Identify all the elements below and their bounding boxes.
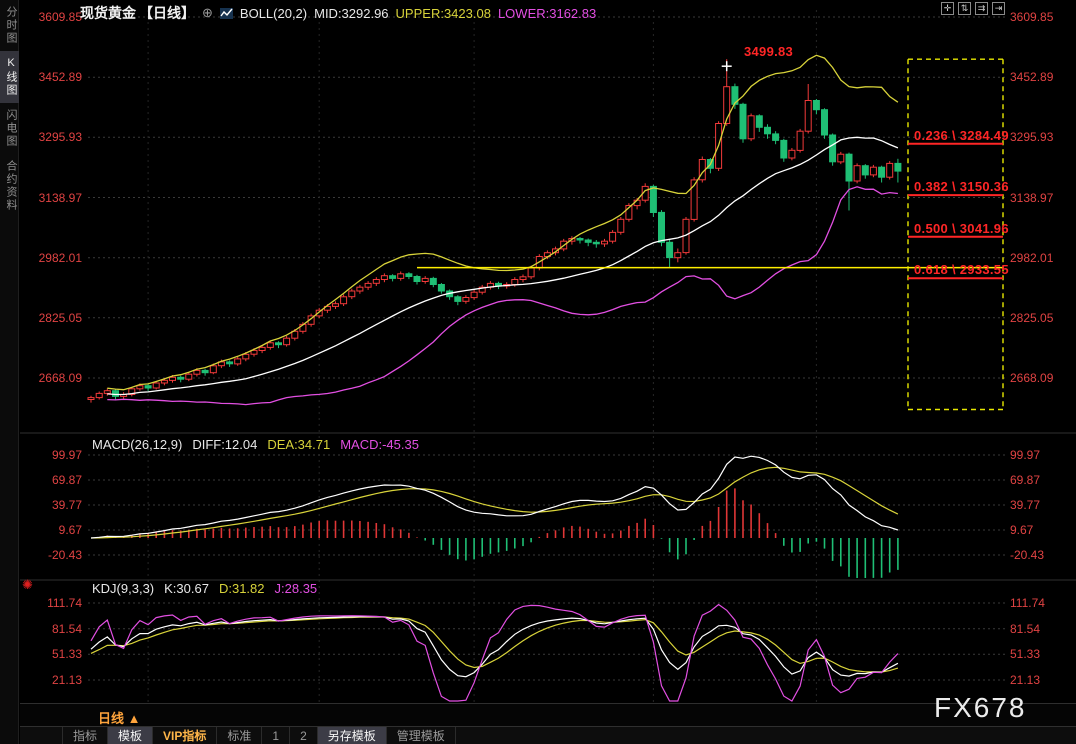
bottom-tab[interactable]: 管理模板 bbox=[387, 727, 456, 744]
kdj-k-value: K:30.67 bbox=[164, 581, 209, 596]
exit-panel-icon[interactable]: ⇥ bbox=[992, 2, 1005, 15]
sidebar-item-tab[interactable]: 分时图 bbox=[0, 0, 19, 51]
alert-settings-icon[interactable]: ✺ bbox=[22, 577, 33, 593]
macd-panel-header: MACD(26,12,9) DIFF:12.04 DEA:34.71 MACD:… bbox=[92, 437, 419, 452]
macd-macd-value: MACD:-45.35 bbox=[340, 437, 419, 452]
bottom-toolbar: 指标 模板 VIP指标 标准 1 2 另存模板 管理模板 bbox=[20, 726, 1076, 744]
axis-zoom-horizontal-icon[interactable]: ⇉ bbox=[975, 2, 988, 15]
pan-crosshair-icon[interactable]: ✛ bbox=[941, 2, 954, 15]
bottom-tab[interactable]: 指标 bbox=[62, 727, 109, 744]
symbol-title: 现货黄金 bbox=[80, 5, 136, 21]
boll-param-label: BOLL(20,2) bbox=[239, 5, 308, 21]
kdj-d-value: D:31.82 bbox=[218, 581, 265, 596]
period-title: 【日线】 bbox=[139, 5, 195, 21]
kdj-panel-header: KDJ(9,3,3) K:30.67 D:31.82 J:28.35 bbox=[92, 581, 317, 596]
add-indicator-icon[interactable]: ⊕ bbox=[202, 5, 213, 21]
chart-header: 现货黄金 【日线】 ⊕ BOLL(20,2) MID:3292.96 UPPER… bbox=[80, 3, 596, 23]
sidebar-item-tab[interactable]: 闪电图 bbox=[0, 103, 19, 154]
period-selector-button[interactable]: 日线 ▲ bbox=[98, 708, 140, 727]
bottom-tab[interactable]: 标准 bbox=[217, 727, 263, 744]
boll-lower-value: LOWER:3162.83 bbox=[497, 5, 597, 21]
mini-chart-icon bbox=[219, 7, 233, 20]
sidebar-item-tab[interactable]: 合约资料 bbox=[0, 154, 19, 218]
kdj-title: KDJ(9,3,3) bbox=[92, 581, 155, 596]
chart-canvas bbox=[20, 10, 1076, 702]
x-axis-row: 日线 ▲ bbox=[20, 703, 1076, 726]
bottom-tab[interactable]: VIP指标 bbox=[153, 727, 218, 744]
bottom-tab[interactable]: 1 bbox=[262, 727, 291, 744]
axis-zoom-vertical-icon[interactable]: ⇅ bbox=[958, 2, 971, 15]
bottom-tab[interactable]: 模板 bbox=[108, 727, 154, 744]
chart-type-sidebar: 分时图 K线图 闪电图 合约资料 bbox=[0, 0, 19, 744]
chart-application: 3609.85 3609.85 3452.89 3452.89 3295.93 3295.… bbox=[0, 0, 1076, 744]
boll-mid-value: MID:3292.96 bbox=[314, 5, 389, 21]
sidebar-item-active[interactable]: K线图 bbox=[0, 51, 19, 103]
kdj-j-value: J:28.35 bbox=[274, 581, 318, 596]
watermark: FX678 bbox=[934, 692, 1027, 723]
chart-toolbar: ✛ ⇅ ⇉ ⇥ bbox=[941, 2, 1005, 15]
bottom-tab[interactable]: 2 bbox=[290, 727, 318, 744]
macd-dea-value: DEA:34.71 bbox=[267, 437, 331, 452]
boll-upper-value: UPPER:3423.08 bbox=[395, 5, 491, 21]
macd-title: MACD(26,12,9) bbox=[92, 437, 183, 452]
bottom-tab[interactable]: 另存模板 bbox=[317, 727, 387, 744]
macd-diff-value: DIFF:12.04 bbox=[192, 437, 258, 452]
